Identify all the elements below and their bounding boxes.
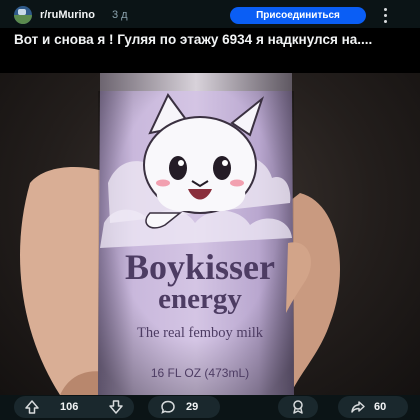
share-icon — [351, 401, 365, 413]
comments-button[interactable]: 29 — [148, 396, 220, 418]
more-vertical-icon[interactable] — [382, 6, 390, 24]
can-brand-line2: energy — [158, 283, 242, 315]
can-volume: 16 FL OZ (473mL) — [151, 366, 249, 380]
comment-count: 29 — [186, 401, 199, 413]
share-count: 60 — [374, 401, 387, 413]
comment-icon — [161, 400, 175, 414]
upvote-icon[interactable] — [24, 399, 40, 415]
downvote-icon[interactable] — [108, 399, 124, 415]
action-bar: 106 29 60 — [0, 395, 420, 420]
award-icon — [293, 400, 303, 414]
vote-pill: 106 — [14, 396, 134, 418]
share-button[interactable]: 60 — [338, 396, 408, 418]
join-button[interactable]: Присоединиться — [230, 7, 366, 24]
post-time: 3 д — [112, 9, 128, 21]
post-header: r/ruMurino 3 д Присоединиться — [0, 0, 420, 28]
can-tagline: The real femboy milk — [137, 325, 264, 341]
award-button[interactable] — [278, 396, 318, 418]
post-title[interactable]: Вот и снова я ! Гуляя по этажу 6934 я на… — [14, 30, 394, 49]
subreddit-name[interactable]: r/ruMurino — [40, 9, 95, 21]
can-photo: Boykisser energy The real femboy milk 16… — [20, 73, 340, 395]
subreddit-avatar[interactable] — [14, 6, 32, 24]
upvote-count: 106 — [60, 401, 79, 413]
can-brand-line1: Boykisser — [125, 247, 275, 287]
post-image[interactable]: Boykisser energy The real femboy milk 16… — [0, 73, 420, 395]
